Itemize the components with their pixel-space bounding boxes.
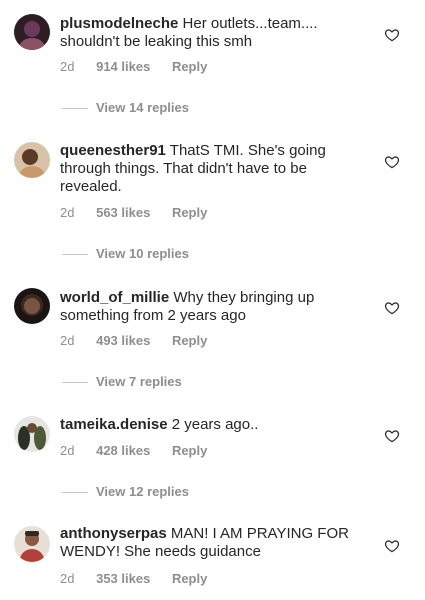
reply-button[interactable]: Reply	[172, 333, 207, 348]
divider-line	[62, 108, 88, 110]
comment-text: plusmodelneche Her outlets...team.... sh…	[60, 15, 360, 51]
heart-outline-icon[interactable]	[384, 154, 400, 170]
comment-text: anthonyserpas MAN! I AM PRAYING FOR WEND…	[60, 525, 360, 561]
view-replies-button[interactable]: View 10 replies	[62, 246, 189, 261]
comment-time: 2d	[60, 59, 75, 74]
view-replies-label: View 12 replies	[96, 484, 189, 499]
reply-button[interactable]: Reply	[172, 205, 207, 220]
avatar-image	[14, 14, 50, 50]
avatar-image	[14, 526, 50, 562]
comment-time: 2d	[60, 571, 75, 586]
comment-likes[interactable]: 428 likes	[96, 443, 150, 458]
avatar-image	[14, 142, 50, 178]
comment-text: world_of_millie Why they bringing up som…	[60, 289, 360, 325]
view-replies-button[interactable]: View 14 replies	[62, 100, 189, 115]
avatar[interactable]	[14, 142, 50, 178]
heart-outline-icon[interactable]	[384, 428, 400, 444]
reply-button[interactable]: Reply	[172, 443, 207, 458]
comment-body: 2 years ago..	[171, 416, 259, 433]
comment-likes[interactable]: 353 likes	[96, 571, 150, 586]
comment-text: tameika.denise 2 years ago..	[60, 416, 360, 434]
view-replies-button[interactable]: View 7 replies	[62, 374, 182, 389]
comment-time: 2d	[60, 443, 75, 458]
avatar[interactable]	[14, 288, 50, 324]
view-replies-button[interactable]: View 12 replies	[62, 484, 189, 499]
heart-outline-icon[interactable]	[384, 300, 400, 316]
comment-username[interactable]: tameika.denise	[60, 416, 168, 433]
comment-username[interactable]: anthonyserpas	[60, 525, 167, 542]
comment-username[interactable]: queenesther91	[60, 142, 166, 159]
comment-username[interactable]: plusmodelneche	[60, 15, 178, 32]
avatar-image	[14, 288, 50, 324]
comment-likes[interactable]: 493 likes	[96, 333, 150, 348]
divider-line	[62, 254, 88, 256]
comment-meta: 2d 493 likes Reply	[60, 333, 225, 348]
heart-outline-icon[interactable]	[384, 27, 400, 43]
heart-outline-icon[interactable]	[384, 538, 400, 554]
avatar[interactable]	[14, 416, 50, 452]
comment-text: queenesther91 ThatS TMI. She's going thr…	[60, 142, 360, 196]
reply-button[interactable]: Reply	[172, 571, 207, 586]
comment-time: 2d	[60, 205, 75, 220]
divider-line	[62, 382, 88, 384]
reply-button[interactable]: Reply	[172, 59, 207, 74]
view-replies-label: View 14 replies	[96, 100, 189, 115]
comment-likes[interactable]: 914 likes	[96, 59, 150, 74]
avatar[interactable]	[14, 14, 50, 50]
comment-meta: 2d 428 likes Reply	[60, 443, 225, 458]
comment-meta: 2d 353 likes Reply	[60, 571, 225, 586]
avatar-image	[14, 416, 50, 452]
view-replies-label: View 7 replies	[96, 374, 182, 389]
comment-meta: 2d 563 likes Reply	[60, 205, 225, 220]
comment-time: 2d	[60, 333, 75, 348]
view-replies-label: View 10 replies	[96, 246, 189, 261]
divider-line	[62, 492, 88, 494]
avatar[interactable]	[14, 526, 50, 562]
comment-meta: 2d 914 likes Reply	[60, 59, 225, 74]
comment-username[interactable]: world_of_millie	[60, 289, 169, 306]
comment-likes[interactable]: 563 likes	[96, 205, 150, 220]
